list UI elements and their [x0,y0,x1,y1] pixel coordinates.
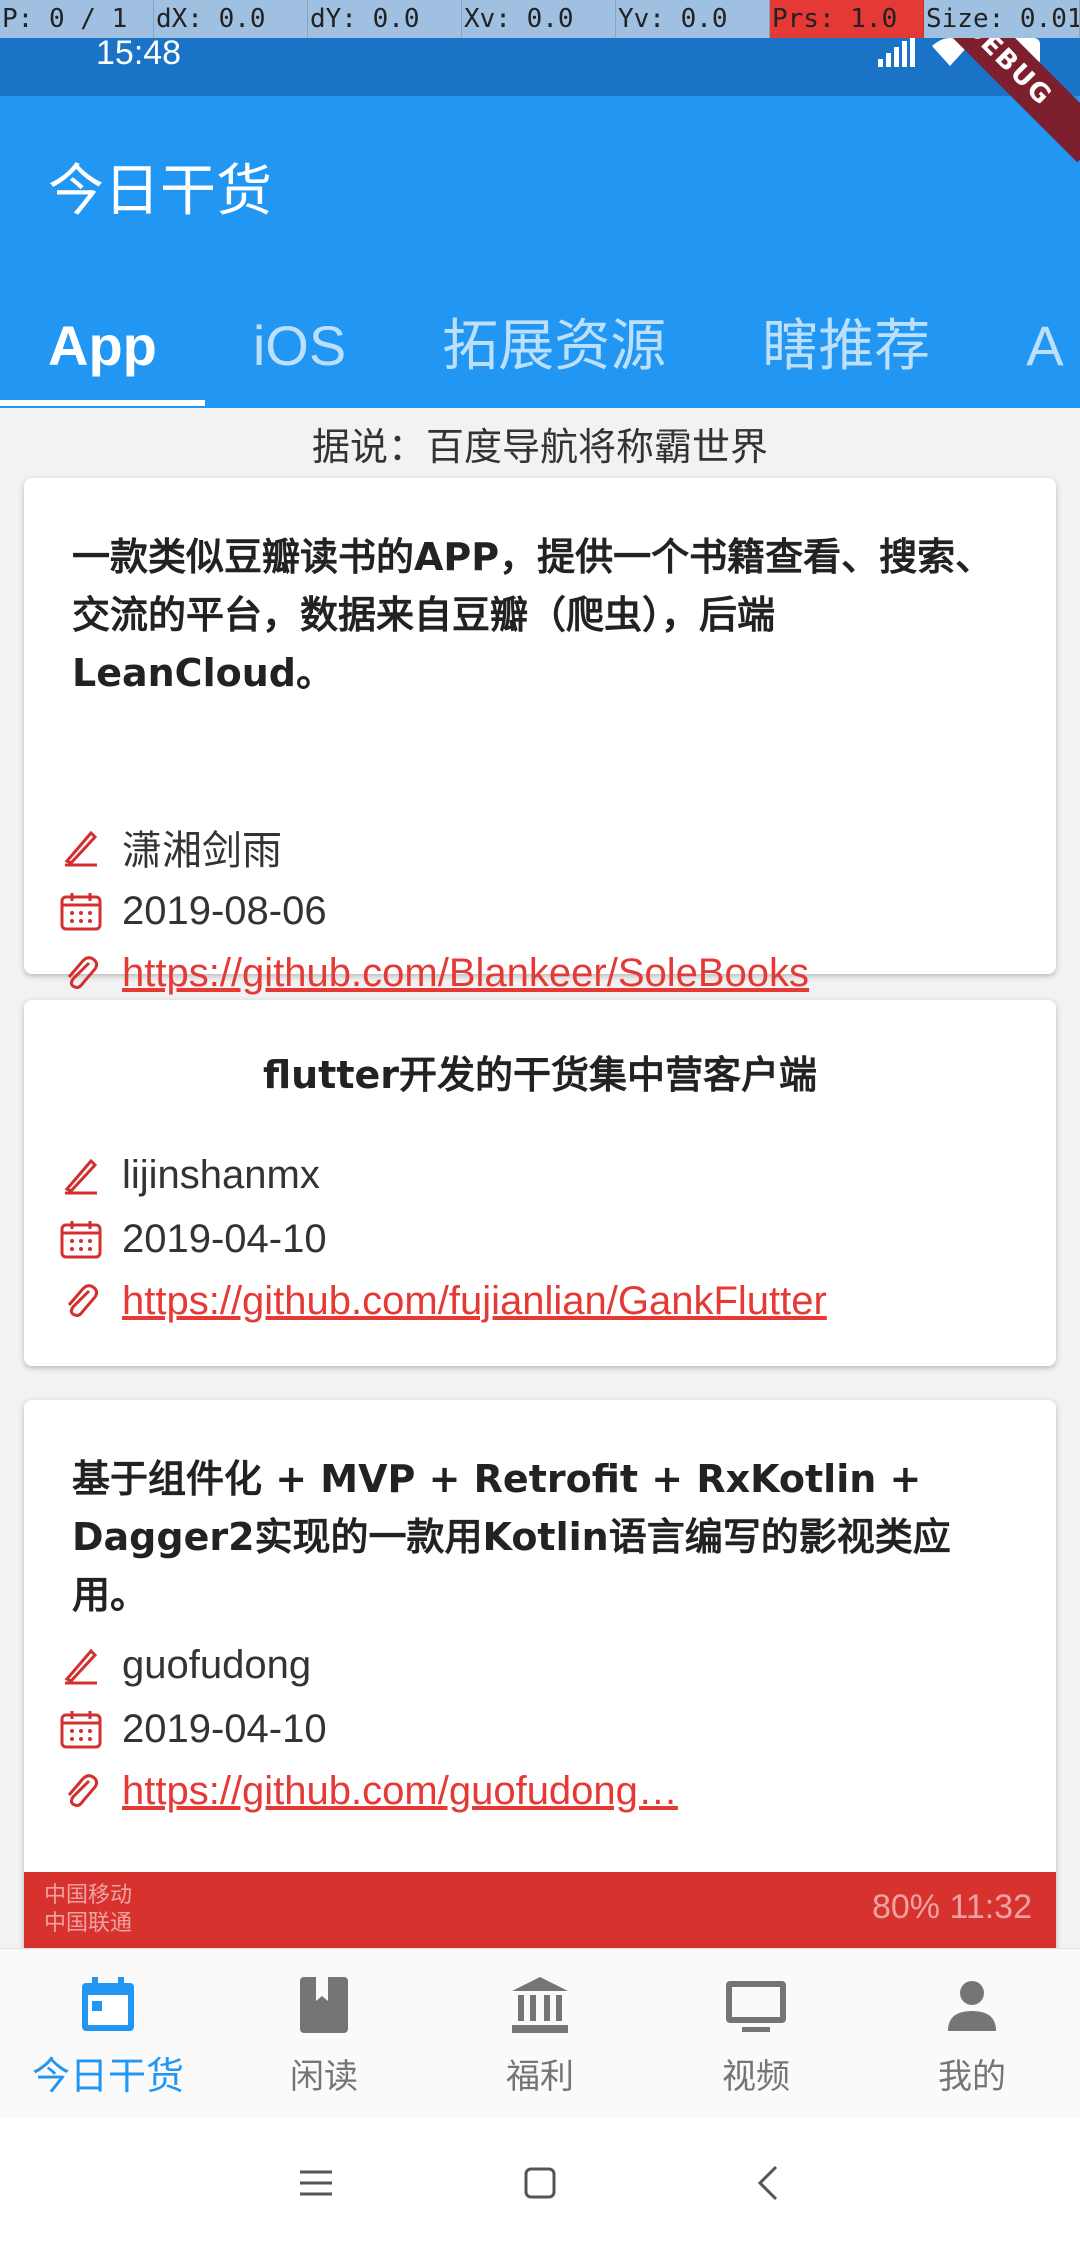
paperclip-icon [56,1766,106,1816]
card-author-row: 潇湘剑雨 [56,822,282,873]
card-date: 2019-04-10 [122,1216,327,1261]
app-bar: 今日干货 App iOS 拓展资源 瞎推荐 A [0,96,1080,408]
nav-label: 视频 [722,2057,790,2097]
nav-label: 今日干货 [31,2054,184,2098]
card-date: 2019-08-06 [122,888,327,933]
card-link-row: https://github.com/fujianlian/GankFlutte… [56,1276,827,1326]
tab-more[interactable]: A [978,286,1080,406]
card-title: flutter开发的干货集中营客户端 [262,1053,818,1097]
gank-card[interactable]: 一款类似豆瓣读书的APP，提供一个书籍查看、搜索、交流的平台，数据来自豆瓣（爬虫… [24,478,1056,995]
tab-bar: App iOS 拓展资源 瞎推荐 A [0,286,1080,406]
page-title: 今日干货 [48,159,272,224]
card-title: 一款类似豆瓣读书的APP，提供一个书籍查看、搜索、交流的平台，数据来自豆瓣（爬虫… [72,535,994,695]
paperclip-icon [56,948,106,998]
gank-card[interactable]: flutter开发的干货集中营客户端 lijinshanmx 2019-04-1… [24,1000,1056,1366]
nav-item-welfare[interactable]: 福利 [432,1949,648,2119]
nav-label: 闲读 [290,2057,358,2097]
status-time: 15:48 [96,34,182,72]
preview-carrier-1: 中国移动 [44,1883,133,1908]
preview-carrier-2: 中国联通 [44,1911,133,1936]
nav-item-today[interactable]: 今日干货 [0,1949,216,2119]
calendar-icon [76,1973,140,2037]
card-date-row: 2019-04-10 [56,1704,327,1754]
paperclip-icon [56,1276,106,1326]
card-author-row: lijinshanmx [56,1150,320,1200]
tab-extended-resources[interactable]: 拓展资源 [394,286,714,406]
nav-item-reading[interactable]: 闲读 [216,1949,432,2119]
system-navigation-bar [0,2118,1080,2248]
card-author: lijinshanmx [122,1152,320,1197]
nav-label: 福利 [506,2057,574,2097]
gank-card[interactable]: 基于组件化 + MVP + Retrofit + RxKotlin + Dagg… [24,1400,1056,1948]
tab-recommend[interactable]: 瞎推荐 [714,286,978,406]
card-author-row: guofudong [56,1640,311,1690]
pointer-overlay: P: 0 / 1 dX: 0.0 dY: 0.0 Xv: 0.0 Yv: 0.0… [0,0,1080,38]
content-list[interactable]: 据说：百度导航将称霸世界 一款类似豆瓣读书的APP，提供一个书籍查看、搜索、交流… [0,408,1080,1948]
nav-label: 我的 [938,2057,1006,2097]
pen-icon [56,1640,106,1690]
person-icon [940,1973,1004,2037]
nav-item-video[interactable]: 视频 [648,1949,864,2119]
tab-ios[interactable]: iOS [205,286,394,406]
pointer-count: P: 0 / 1 [0,0,154,38]
card-preview-image: 中国移动 中国联通 80% 11:32 [24,1872,1056,1948]
bank-icon [508,1973,572,2037]
card-date-row: 2019-08-06 [56,886,327,936]
card-url-link[interactable]: https://github.com/guofudong… [122,1769,678,1814]
preview-carriers: 中国移动 中国联通 [44,1882,132,1938]
tv-icon [724,1973,788,2037]
book-icon [292,1973,356,2037]
card-author: 潇湘剑雨 [122,829,282,873]
pen-icon [56,1150,106,1200]
pointer-xv: Xv: 0.0 [462,0,616,38]
home-icon[interactable] [510,2158,570,2208]
announcement: 据说：百度导航将称霸世界 [311,425,768,469]
calendar-icon [56,1214,106,1264]
back-icon[interactable] [738,2158,798,2208]
signal-icon [878,37,915,67]
pen-icon [56,822,106,872]
nav-item-profile[interactable]: 我的 [864,1949,1080,2119]
menu-icon[interactable] [286,2158,346,2208]
card-url-link[interactable]: https://github.com/fujianlian/GankFlutte… [122,1279,827,1324]
card-author: guofudong [122,1642,312,1687]
card-title: 基于组件化 + MVP + Retrofit + RxKotlin + Dagg… [72,1457,951,1617]
bottom-navigation: 今日干货 闲读 福利 视频 我的 [0,1948,1080,2118]
pointer-dy: dY: 0.0 [308,0,462,38]
card-date: 2019-04-10 [122,1706,327,1751]
pointer-yv: Yv: 0.0 [616,0,770,38]
card-url-link[interactable]: https://github.com/Blankeer/SoleBooks [122,951,809,996]
calendar-icon [56,1704,106,1754]
card-date-row: 2019-04-10 [56,1214,327,1264]
tab-app[interactable]: App [0,286,205,406]
card-link-row: https://github.com/guofudong… [56,1766,678,1816]
pointer-pressure: Prs: 1.0 [770,0,924,38]
pointer-size: Size: 0.01 [924,0,1080,38]
calendar-icon [56,886,106,936]
card-link-row: https://github.com/Blankeer/SoleBooks [56,948,809,998]
pointer-dx: dX: 0.0 [154,0,308,38]
preview-status: 80% 11:32 [871,1888,1032,1926]
